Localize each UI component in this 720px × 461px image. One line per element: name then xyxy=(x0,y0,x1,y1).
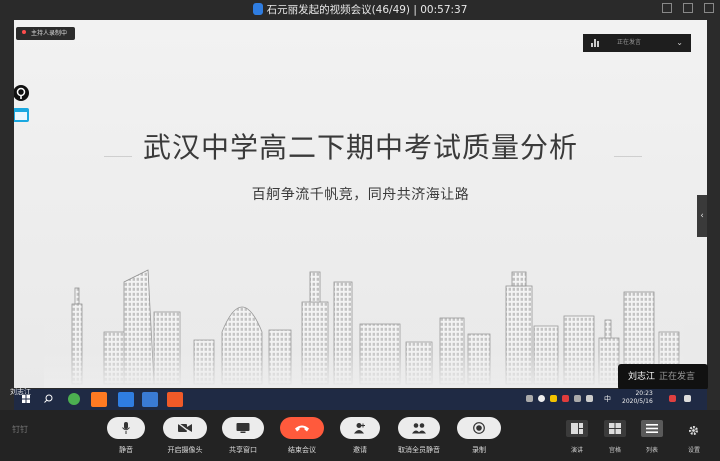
share-window-button[interactable] xyxy=(222,417,264,439)
active-speaker-popup: 刘志江 正在发言 xyxy=(618,364,708,390)
pin-icon[interactable] xyxy=(662,3,672,13)
microphone-icon xyxy=(122,422,130,434)
group-unmute-icon xyxy=(412,423,426,434)
screen-share-icon xyxy=(236,423,250,433)
city-skyline-illustration xyxy=(44,242,684,388)
location-pin-icon[interactable] xyxy=(14,84,30,102)
audio-bars-icon xyxy=(591,39,601,47)
speaker-status: 正在发言 xyxy=(659,372,696,382)
invite-button[interactable] xyxy=(340,417,380,439)
speaker-name: 刘志江 xyxy=(628,372,656,382)
tray-mic-icon[interactable] xyxy=(538,395,545,402)
record-dot-icon xyxy=(22,30,26,34)
unmute-all-button[interactable] xyxy=(398,417,440,439)
window-controls xyxy=(662,3,714,13)
windows-start-icon[interactable] xyxy=(22,395,30,403)
settings-label: 设置 xyxy=(687,447,700,454)
camera-off-icon xyxy=(178,423,192,433)
minimize-icon[interactable] xyxy=(683,3,693,13)
ime-indicator[interactable]: 中 xyxy=(604,394,611,404)
invite-user-icon xyxy=(354,423,365,434)
search-icon[interactable] xyxy=(44,394,53,403)
gear-icon[interactable] xyxy=(688,425,699,436)
chat-app-icon[interactable] xyxy=(142,392,158,407)
action-center-icon[interactable] xyxy=(684,395,691,402)
notification-icon[interactable] xyxy=(669,395,676,402)
maximize-icon[interactable] xyxy=(704,3,714,13)
window-title: 石元丽发起的视频会议(46/49) | 00:57:37 xyxy=(0,2,720,17)
list-view-icon xyxy=(646,424,658,433)
pointer-app-icon[interactable] xyxy=(91,392,107,407)
taskbar-clock[interactable]: 20:23 2020/5/16 xyxy=(622,390,653,406)
record-button[interactable] xyxy=(457,417,501,439)
slide-subtitle: 百舸争流千帆竞，同舟共济海让路 xyxy=(251,187,470,203)
browser-app-icon[interactable] xyxy=(68,393,80,405)
tray-up-icon[interactable] xyxy=(526,395,533,402)
shield-icon xyxy=(252,3,263,15)
grid-view-button[interactable] xyxy=(604,420,626,437)
camera-button[interactable] xyxy=(163,417,207,439)
title-bar: 石元丽发起的视频会议(46/49) | 00:57:37 xyxy=(0,0,720,20)
slides-app-icon[interactable] xyxy=(167,392,183,407)
tray-alert-icon[interactable] xyxy=(562,395,569,402)
app-logo: 钉钉 xyxy=(12,425,28,434)
tray-app-icon[interactable] xyxy=(550,395,557,402)
remote-taskbar: 刘志江 中 20:23 2020/5/16 xyxy=(10,388,707,410)
mute-button[interactable] xyxy=(107,417,145,439)
meeting-app-icon[interactable] xyxy=(118,392,134,407)
list-view-button[interactable] xyxy=(641,420,663,437)
speaker-view-button[interactable] xyxy=(566,420,588,437)
meeting-toolbar: 钉钉 静音 开启摄像头 共享窗口 结束会议 邀请 取消全员静音 录制 演讲 宫格… xyxy=(0,410,720,461)
app-window-icon[interactable] xyxy=(14,106,30,124)
collapse-tab[interactable]: ‹ xyxy=(697,195,707,237)
grid-view-icon xyxy=(609,423,621,434)
record-icon xyxy=(473,422,485,434)
tray-network-icon[interactable] xyxy=(574,395,581,402)
speaking-dropdown[interactable]: 正在发言 ⌄ xyxy=(583,34,691,52)
tray-volume-icon[interactable] xyxy=(586,395,593,402)
recording-badge: 主持人录制中 xyxy=(16,27,76,40)
speaker-view-icon xyxy=(571,423,583,434)
slide-title: 武汉中学高二下期中考试质量分析 xyxy=(142,131,578,164)
hang-up-icon xyxy=(295,425,309,432)
shared-screen: 主持人录制中 正在发言 ⌄ 武汉中学高二下期中考试质量分析 百舸争流千帆竞，同舟… xyxy=(14,20,707,388)
chevron-down-icon: ⌄ xyxy=(676,38,683,47)
end-meeting-button[interactable] xyxy=(280,417,324,439)
